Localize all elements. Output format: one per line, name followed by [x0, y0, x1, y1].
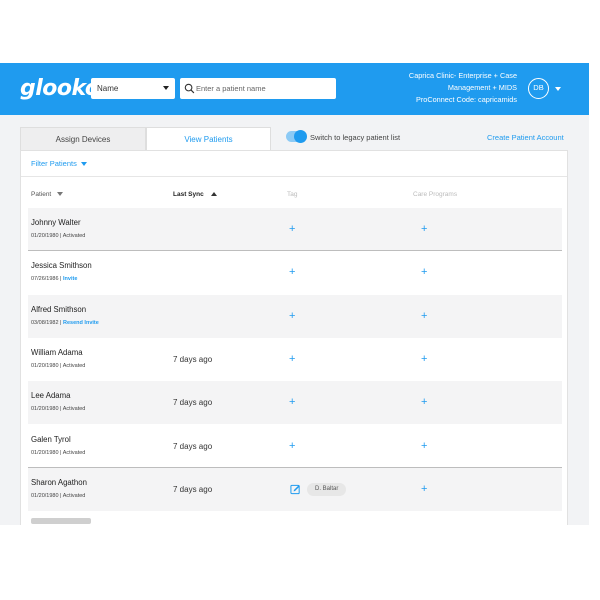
glooko-logo[interactable]: glooko	[20, 76, 100, 101]
patient-search-input[interactable]	[196, 82, 332, 95]
patient-status-link[interactable]: Invite	[63, 276, 77, 282]
add-care-program-icon[interactable]: +	[421, 353, 427, 365]
tab-view-patients[interactable]: View Patients	[146, 127, 271, 151]
patient-status-link[interactable]: Resend Invite	[63, 320, 99, 326]
patient-name[interactable]: Alfred Smithson	[31, 305, 86, 314]
patient-meta: 01/20/1980 | Activated	[31, 406, 85, 412]
patient-status: Activated	[62, 233, 86, 239]
add-tag-icon[interactable]: +	[289, 353, 295, 365]
column-header-last-sync-label: Last Sync	[173, 191, 204, 198]
table-row[interactable]	[28, 511, 562, 525]
patient-status: Activated	[62, 406, 86, 413]
patient-name[interactable]: William Adama	[31, 348, 83, 357]
chevron-down-icon	[163, 86, 169, 90]
clinic-line-2: Management + MIDS	[447, 83, 517, 92]
legacy-list-toggle[interactable]	[286, 130, 307, 143]
last-sync-value: 7 days ago	[173, 398, 213, 408]
table-row[interactable]: Lee Adama 01/20/1980 | Activated 7 days ag…	[28, 381, 562, 425]
patient-status: Activated	[62, 449, 86, 456]
search-type-select[interactable]: Name	[91, 78, 175, 99]
patient-status: Activated	[62, 362, 86, 369]
patient-name[interactable]: Galen Tyrol	[31, 435, 71, 444]
tab-assign-devices[interactable]: Assign Devices	[20, 127, 146, 151]
top-navigation-bar: glooko Name Caprica Clinic- Enterprise +…	[0, 63, 589, 115]
table-row[interactable]: Johnny Walter 01/20/1980 | Activated + +	[28, 208, 562, 251]
table-row[interactable]: William Adama 01/20/1980 | Activated 7 day…	[28, 338, 562, 381]
patient-dob: 01/20/1980	[31, 362, 59, 369]
add-care-program-icon[interactable]: +	[421, 267, 427, 278]
patient-name[interactable]: Johnny Walter	[31, 218, 81, 227]
patient-meta: 01/20/1980 | Activated	[31, 363, 85, 369]
patient-meta: 01/20/1980 | Activated	[31, 450, 85, 456]
add-care-program-icon[interactable]: +	[421, 310, 427, 322]
add-tag-icon[interactable]: +	[289, 267, 295, 278]
chevron-down-icon	[80, 162, 87, 167]
table-row[interactable]: Sharon Agathon 01/20/1980 | Activated 7 da…	[28, 467, 562, 511]
patient-dob: 01/20/1980	[31, 492, 59, 499]
filter-patients-label: Filter Patients	[31, 159, 77, 168]
tag-pill[interactable]: D. Baltar	[307, 482, 347, 496]
toggle-knob	[294, 130, 307, 143]
add-tag-icon[interactable]: +	[289, 224, 295, 235]
clinic-line-1: Caprica Clinic- Enterprise + Case	[408, 71, 517, 80]
sort-down-icon	[57, 192, 64, 197]
patient-meta: 01/20/1980 | Activated	[31, 493, 85, 499]
patient-name[interactable]: Sharon Agathon	[31, 478, 87, 487]
add-care-program-icon[interactable]: +	[421, 440, 427, 452]
patient-list-card: Filter Patients Patient Last Sync Tag Ca…	[20, 150, 568, 525]
patient-dob: 01/20/1980	[31, 406, 59, 413]
create-patient-account-link[interactable]: Create Patient Account	[487, 133, 564, 142]
add-care-program-icon[interactable]: +	[421, 397, 427, 408]
add-care-program-icon[interactable]: +	[421, 483, 427, 495]
edit-tag-icon[interactable]	[290, 484, 301, 495]
legacy-list-toggle-label: Switch to legacy patient list	[310, 133, 401, 142]
column-header-care-programs: Care Programs	[413, 191, 458, 198]
user-avatar[interactable]: DB	[528, 78, 549, 99]
column-header-patient-label: Patient	[31, 191, 52, 198]
patient-name[interactable]: Jessica Smithson	[31, 261, 92, 270]
patient-dob: 01/20/1980	[31, 233, 59, 239]
patient-meta: 03/08/1982 | Resend Invite	[31, 320, 99, 326]
patient-meta: 07/26/1986 | Invite	[31, 276, 77, 282]
sort-up-icon	[210, 192, 217, 197]
add-tag-icon[interactable]: +	[289, 440, 295, 452]
clinic-line-3: ProConnect Code: capricamids	[416, 95, 517, 104]
search-type-value: Name	[97, 84, 119, 93]
account-menu-chevron-icon[interactable]	[555, 87, 561, 91]
filter-patients-dropdown[interactable]: Filter Patients	[31, 159, 87, 168]
patient-meta: 01/20/1980 | Activated	[31, 233, 85, 239]
app-window: glooko Name Caprica Clinic- Enterprise +…	[0, 0, 600, 600]
divider	[21, 176, 567, 177]
patient-name[interactable]: Lee Adama	[31, 391, 70, 400]
table-row[interactable]: Jessica Smithson 07/26/1986 | Invite + +	[28, 251, 562, 294]
last-sync-value: 7 days ago	[173, 354, 213, 364]
patient-dob: 07/26/1986	[31, 276, 59, 283]
table-row[interactable]: Galen Tyrol 01/20/1980 | Activated 7 days …	[28, 425, 562, 468]
column-header-last-sync[interactable]: Last Sync	[173, 191, 217, 198]
clinic-info: Caprica Clinic- Enterprise + Case Manage…	[357, 70, 517, 106]
search-icon	[184, 83, 195, 94]
patient-dob: 03/08/1982	[31, 319, 59, 326]
table-row[interactable]: Alfred Smithson 03/08/1982 | Resend Invit…	[28, 294, 562, 338]
patient-search-box[interactable]	[180, 78, 336, 99]
column-header-patient[interactable]: Patient	[31, 191, 64, 198]
patient-name-partial	[31, 518, 91, 525]
patient-status: Activated	[62, 492, 86, 499]
add-tag-icon[interactable]: +	[289, 397, 295, 408]
last-sync-value: 7 days ago	[173, 484, 213, 494]
add-care-program-icon[interactable]: +	[421, 224, 427, 235]
patient-dob: 01/20/1980	[31, 449, 59, 456]
add-tag-icon[interactable]: +	[289, 310, 295, 322]
column-header-tag: Tag	[287, 191, 298, 198]
last-sync-value: 7 days ago	[173, 441, 213, 451]
